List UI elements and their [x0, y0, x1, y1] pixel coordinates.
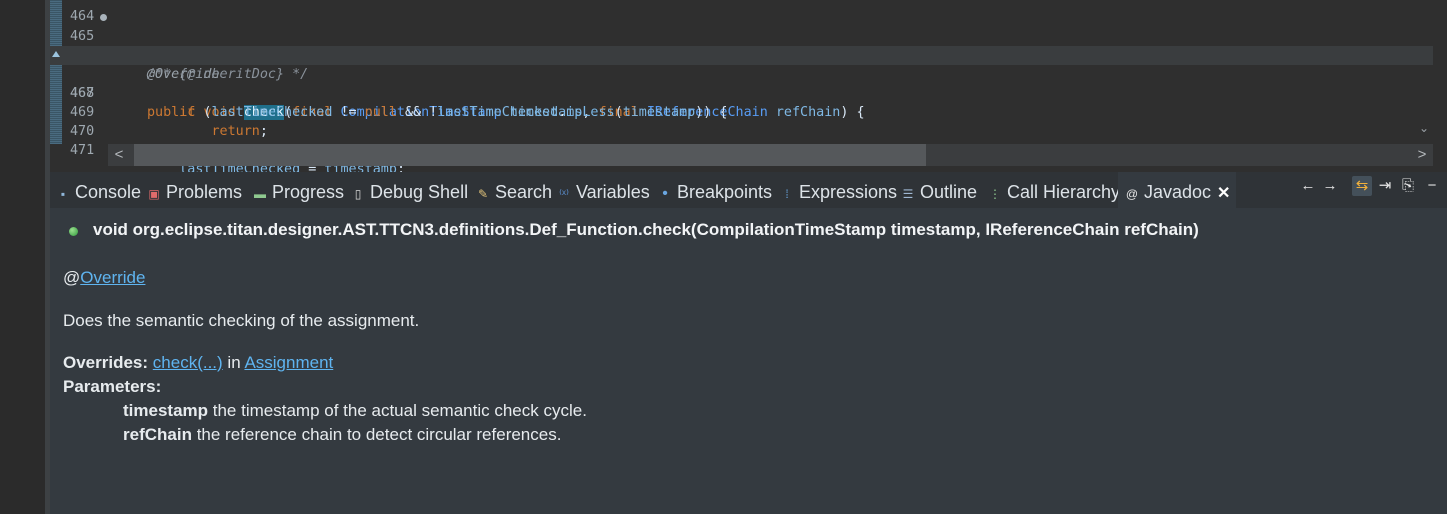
tab-label: Outline — [920, 182, 978, 202]
left-dock — [0, 0, 45, 514]
param-item: timestamp the timestamp of the actual se… — [123, 401, 587, 421]
param-name: refChain — [123, 425, 192, 444]
problems-icon: ▣ — [148, 187, 160, 201]
code-editor[interactable]: 464 465 @Override 466 /** {@inheritDoc} … — [50, 0, 1447, 177]
javadoc-description: Does the semantic checking of the assign… — [63, 311, 420, 330]
public-method-icon — [69, 227, 78, 236]
tab-progress[interactable]: ▬ Progress — [252, 172, 344, 208]
close-icon[interactable]: ✕ — [1217, 185, 1230, 202]
variables-icon: ⁽ˣ⁾ — [559, 187, 569, 201]
tab-label: Search — [495, 182, 553, 202]
override-marker-icon[interactable] — [52, 51, 60, 57]
editor-text-area[interactable]: 464 465 @Override 466 /** {@inheritDoc} … — [50, 0, 1433, 177]
code-line-466[interactable]: 466 /** {@inheritDoc} */ — [50, 27, 1433, 82]
views-panel: ▪ Console ▣ Problems ▬ Progress ▯ Debug Shel… — [50, 172, 1447, 514]
minimize-icon[interactable]: − — [1422, 176, 1442, 196]
back-icon[interactable]: ← — [1298, 176, 1318, 196]
tab-console[interactable]: ▪ Console — [55, 172, 141, 208]
view-tab-bar: ▪ Console ▣ Problems ▬ Progress ▯ Debug Shel… — [50, 172, 1447, 208]
code-line-469[interactable]: 469 return; — [50, 84, 1433, 139]
code-line-467[interactable]: 467 public void check(final CompilationT… — [50, 46, 1433, 120]
line-number: 471 — [70, 143, 95, 158]
outline-icon: ☰ — [902, 187, 914, 201]
code-line-470[interactable]: 470 } — [50, 103, 1433, 158]
scroll-down-icon[interactable]: ⌄ — [1419, 121, 1429, 135]
tab-label: Variables — [576, 182, 650, 202]
tab-javadoc[interactable]: @ Javadoc ✕ — [1118, 172, 1237, 208]
console-icon: ▪ — [60, 187, 66, 201]
override-link[interactable]: Override — [80, 268, 145, 287]
fold-collapse-icon[interactable] — [100, 14, 107, 21]
scroll-left-icon[interactable]: < — [108, 144, 130, 166]
override-annotation: @Override — [63, 268, 145, 288]
debug-shell-icon: ▯ — [354, 187, 362, 201]
breakpoints-icon: • — [662, 185, 668, 202]
overrides-line: Overrides: check(...) in Assignment — [63, 353, 333, 373]
tab-label: Console — [75, 182, 142, 202]
search-icon: ✎ — [477, 187, 489, 201]
expressions-icon: ⁞ — [785, 187, 789, 201]
param-desc: the reference chain to detect circular r… — [191, 425, 562, 444]
scrollbar-thumb[interactable] — [134, 144, 926, 166]
forward-icon[interactable]: → — [1320, 176, 1340, 196]
tab-label: Debug Shell — [370, 182, 469, 202]
overrides-class-link[interactable]: Assignment — [244, 353, 333, 372]
tab-variables[interactable]: ⁽ˣ⁾ Variables — [556, 172, 650, 208]
tab-label: Call Hierarchy — [1007, 182, 1121, 202]
code-line-468[interactable]: 468 if (lastTimeChecked != null && !last… — [50, 65, 1433, 120]
overrides-label: Overrides: — [63, 353, 149, 372]
tab-debug-shell[interactable]: ▯ Debug Shell — [350, 172, 468, 208]
javadoc-icon: @ — [1125, 187, 1139, 201]
tab-label: Expressions — [799, 182, 898, 202]
overrides-in-text: in — [222, 353, 245, 372]
tab-call-hierarchy[interactable]: ⋮ Call Hierarchy — [987, 172, 1120, 208]
tab-expressions[interactable]: ⁞ Expressions — [779, 172, 897, 208]
horizontal-scrollbar[interactable]: < > — [108, 144, 1433, 166]
param-desc: the timestamp of the actual semantic che… — [208, 401, 587, 420]
tab-outline[interactable]: ☰ Outline — [900, 172, 977, 208]
code-line-464[interactable]: 464 — [50, 0, 1433, 24]
link-with-selection-icon[interactable]: ⇆ — [1352, 176, 1372, 196]
tab-label: Breakpoints — [677, 182, 773, 202]
javadoc-signature: void org.eclipse.titan.designer.AST.TTCN… — [93, 220, 1199, 239]
tab-problems[interactable]: ▣ Problems — [146, 172, 242, 208]
scroll-right-icon[interactable]: > — [1411, 144, 1433, 166]
overrides-method-link[interactable]: check(...) — [153, 353, 223, 372]
tab-breakpoints[interactable]: • Breakpoints — [657, 172, 772, 208]
tab-label: Problems — [166, 182, 243, 202]
open-declaration-icon[interactable]: ⇥ — [1375, 176, 1395, 196]
at-sign: @ — [63, 268, 81, 287]
tab-label: Progress — [272, 182, 345, 202]
param-name: timestamp — [123, 401, 209, 420]
progress-icon: ▬ — [254, 187, 266, 201]
tab-label: Javadoc — [1144, 182, 1212, 202]
open-browser-icon[interactable]: ⎘ — [1398, 176, 1418, 196]
param-item: refChain the reference chain to detect c… — [123, 425, 561, 445]
code-line-465[interactable]: 465 @Override — [50, 8, 1433, 82]
call-hierarchy-icon: ⋮ — [989, 187, 1001, 201]
code-line-471[interactable]: 471 lastTimeChecked = timestamp; — [50, 122, 1433, 177]
parameters-label: Parameters: — [63, 377, 162, 396]
tab-search[interactable]: ✎ Search — [475, 172, 552, 208]
